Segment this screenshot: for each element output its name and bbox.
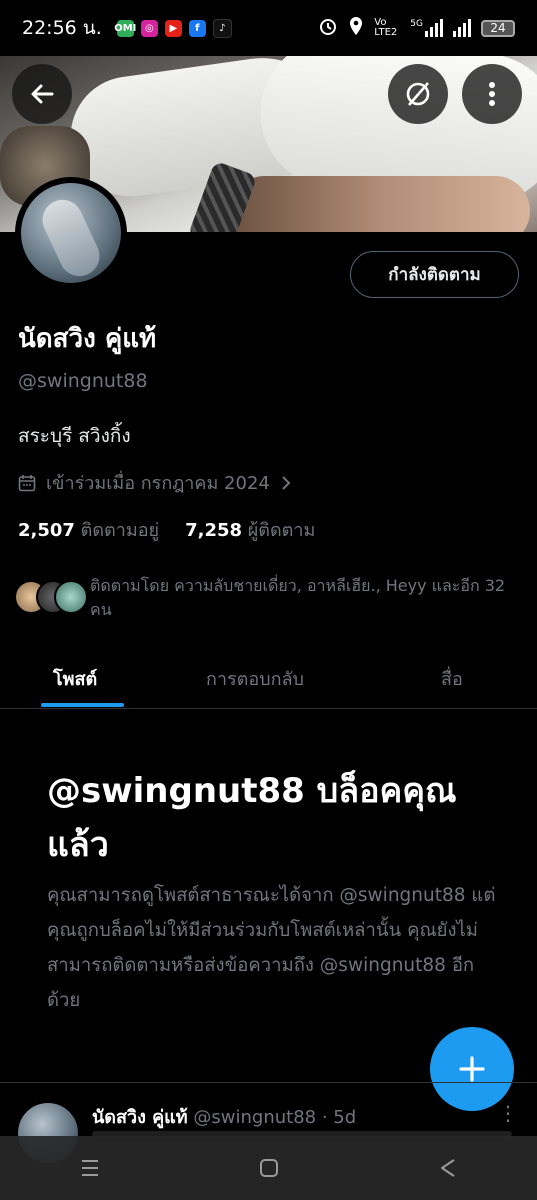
- volte-label: Vo LTE2: [374, 17, 398, 38]
- followed-by-text: ติดตามโดย ความลับชายเดี่ยว, อาหลีเฮีย., …: [90, 576, 506, 619]
- followed-by[interactable]: ติดตามโดย ความลับชายเดี่ยว, อาหลีเฮีย., …: [14, 574, 524, 626]
- profile-name: นัดสวิง คู่แท้: [18, 324, 157, 354]
- home-button[interactable]: [239, 1148, 299, 1188]
- following-button[interactable]: กำลังติดตาม: [350, 251, 519, 298]
- followers-count: 7,258: [185, 520, 243, 541]
- recent-apps-icon: [81, 1160, 98, 1176]
- following-count: 2,507: [18, 520, 75, 541]
- chevron-right-icon: [282, 475, 291, 490]
- more-options-button[interactable]: [462, 64, 522, 124]
- back-triangle-icon: [440, 1159, 455, 1177]
- post-author-name: นัดสวิง คู่แท้: [92, 1107, 188, 1128]
- status-bar: 22:56 น. OMI ◎ ▶ f ♪ Vo LTE2 5G 24: [0, 0, 537, 56]
- tiktok-icon: ♪: [212, 18, 232, 38]
- plus-icon: [459, 1056, 485, 1082]
- facebook-icon: f: [188, 19, 206, 37]
- follow-counts: 2,507 ติดตามอยู่ 7,258 ผู้ติดตาม: [18, 515, 315, 544]
- calendar-icon: [18, 474, 36, 491]
- active-tab-indicator: [41, 703, 124, 707]
- post-more-icon[interactable]: ⋮: [498, 1101, 518, 1125]
- hide-button[interactable]: [388, 64, 448, 124]
- joined-text: เข้าร่วมเมื่อ กรกฎาคม 2024: [46, 473, 270, 494]
- tab-posts[interactable]: โพสต์: [53, 648, 97, 708]
- battery-indicator: 24: [481, 19, 515, 37]
- network-type: 5G: [410, 19, 423, 29]
- profile-handle: @swingnut88: [18, 370, 148, 392]
- tab-replies[interactable]: การตอบกลับ: [206, 648, 304, 708]
- post-author-handle: @swingnut88: [193, 1107, 317, 1128]
- blocked-description: คุณสามารถดูโพสต์สาธารณะได้จาก @swingnut8…: [47, 885, 496, 1011]
- profile-tabs: โพสต์ การตอบกลับ สื่อ: [0, 648, 537, 709]
- blocked-title: @swingnut88 บล็อคคุณแล้ว: [47, 771, 457, 865]
- joined-date[interactable]: เข้าร่วมเมื่อ กรกฎาคม 2024: [18, 468, 292, 497]
- system-nav-bar: [0, 1136, 537, 1200]
- youtube-icon: ▶: [164, 19, 182, 37]
- omi-app-icon: OMI: [114, 19, 136, 37]
- recent-apps-button[interactable]: [60, 1148, 120, 1188]
- profile-bio: สระบุรี สวิงกิ้ง: [18, 425, 131, 447]
- followers-label: ผู้ติดตาม: [247, 520, 316, 541]
- circle-slash-icon: [406, 82, 430, 106]
- followers-link[interactable]: 7,258 ผู้ติดตาม: [185, 515, 315, 544]
- tab-media[interactable]: สื่อ: [441, 648, 463, 708]
- back-arrow-icon: [31, 84, 54, 104]
- alarm-icon: [318, 16, 338, 40]
- instagram-icon: ◎: [140, 19, 158, 37]
- follower-avatar-3: [54, 580, 88, 614]
- signal-icon: 5G: [410, 19, 443, 37]
- signal-icon-2: [453, 19, 471, 37]
- post-time: · 5d: [321, 1107, 357, 1128]
- following-link[interactable]: 2,507 ติดตามอยู่: [18, 515, 159, 544]
- back-nav-button[interactable]: [418, 1148, 478, 1188]
- following-label: ติดตามอยู่: [80, 520, 160, 541]
- vertical-dots-icon: [489, 82, 495, 106]
- back-button[interactable]: [12, 64, 72, 124]
- home-icon: [259, 1159, 278, 1177]
- clock: 22:56 น.: [22, 17, 102, 39]
- post-header: นัดสวิง คู่แท้ @swingnut88 · 5d: [92, 1102, 356, 1131]
- location-icon: [348, 16, 364, 40]
- profile-avatar[interactable]: [15, 177, 127, 289]
